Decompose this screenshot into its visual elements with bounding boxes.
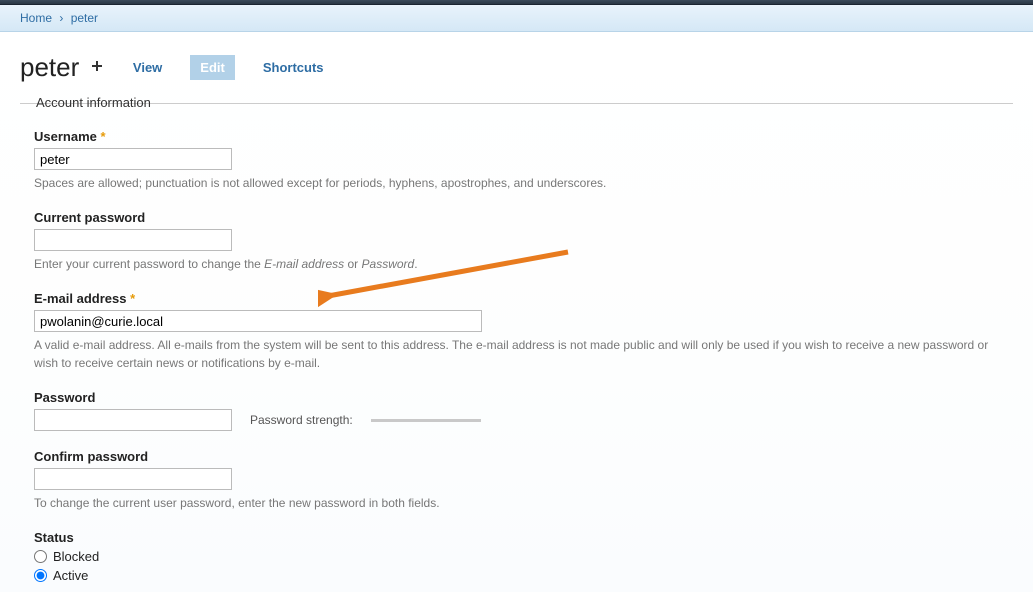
current-password-input[interactable] xyxy=(34,229,232,251)
email-input[interactable] xyxy=(34,310,482,332)
tabs: View Edit Shortcuts xyxy=(123,55,334,80)
breadcrumb: Home › peter xyxy=(0,5,1033,32)
title-row: peter View Edit Shortcuts xyxy=(20,52,1013,83)
username-label-text: Username xyxy=(34,129,97,144)
current-password-help-em1: E-mail address xyxy=(264,257,344,271)
confirm-password-help: To change the current user password, ent… xyxy=(34,494,999,512)
password-input[interactable] xyxy=(34,409,232,431)
account-info-fieldset: Account information Username * Spaces ar… xyxy=(20,103,1013,583)
status-option-active: Active xyxy=(34,568,999,583)
current-password-help-post: . xyxy=(414,257,417,271)
confirm-password-label: Confirm password xyxy=(34,449,999,464)
tab-edit[interactable]: Edit xyxy=(190,55,235,80)
form-item-current-password: Current password Enter your current pass… xyxy=(34,210,999,273)
confirm-password-input[interactable] xyxy=(34,468,232,490)
tab-shortcuts[interactable]: Shortcuts xyxy=(253,55,334,80)
fieldset-legend: Account information xyxy=(24,95,157,110)
username-help: Spaces are allowed; punctuation is not a… xyxy=(34,174,999,192)
tab-view[interactable]: View xyxy=(123,55,172,80)
required-marker: * xyxy=(130,291,135,306)
current-password-help-pre: Enter your current password to change th… xyxy=(34,257,264,271)
form-item-confirm-password: Confirm password To change the current u… xyxy=(34,449,999,512)
status-label: Status xyxy=(34,530,999,545)
breadcrumb-separator: › xyxy=(55,11,67,25)
page-body: peter View Edit Shortcuts Account inform… xyxy=(0,32,1033,592)
status-option-blocked: Blocked xyxy=(34,549,999,564)
form-item-password: Password Password strength: xyxy=(34,390,999,431)
email-help: A valid e-mail address. All e-mails from… xyxy=(34,336,999,372)
title-wrap: peter xyxy=(20,52,103,83)
breadcrumb-current[interactable]: peter xyxy=(71,11,98,25)
status-radio-active[interactable] xyxy=(34,569,47,582)
form-section: Username * Spaces are allowed; punctuati… xyxy=(20,119,1013,583)
form-item-email: E-mail address * A valid e-mail address.… xyxy=(34,291,999,372)
form-item-status: Status Blocked Active xyxy=(34,530,999,583)
username-input[interactable] xyxy=(34,148,232,170)
username-label: Username * xyxy=(34,129,999,144)
current-password-help-em2: Password xyxy=(362,257,415,271)
status-radio-blocked[interactable] xyxy=(34,550,47,563)
email-label-text: E-mail address xyxy=(34,291,127,306)
current-password-help: Enter your current password to change th… xyxy=(34,255,999,273)
current-password-help-mid: or xyxy=(344,257,361,271)
password-label: Password xyxy=(34,390,999,405)
plus-icon[interactable] xyxy=(91,60,103,72)
required-marker: * xyxy=(101,129,106,144)
password-row: Password strength: xyxy=(34,409,999,431)
current-password-label: Current password xyxy=(34,210,999,225)
form-item-username: Username * Spaces are allowed; punctuati… xyxy=(34,129,999,192)
password-strength-label: Password strength: xyxy=(250,413,353,427)
email-label: E-mail address * xyxy=(34,291,999,306)
password-strength-bar xyxy=(371,419,481,422)
breadcrumb-home[interactable]: Home xyxy=(20,11,52,25)
status-radio-blocked-label[interactable]: Blocked xyxy=(53,549,99,564)
page-title: peter xyxy=(20,52,79,82)
status-radio-active-label[interactable]: Active xyxy=(53,568,88,583)
